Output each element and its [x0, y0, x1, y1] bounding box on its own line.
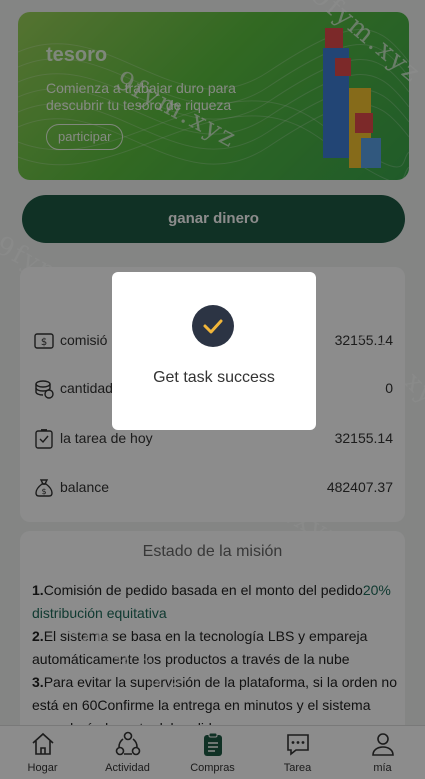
toast-message: Get task success	[153, 369, 275, 386]
success-toast: Get task success	[112, 272, 316, 430]
check-circle-icon	[192, 305, 234, 347]
app-page: tesoro Comienza a trabajar duro para des…	[0, 0, 425, 779]
